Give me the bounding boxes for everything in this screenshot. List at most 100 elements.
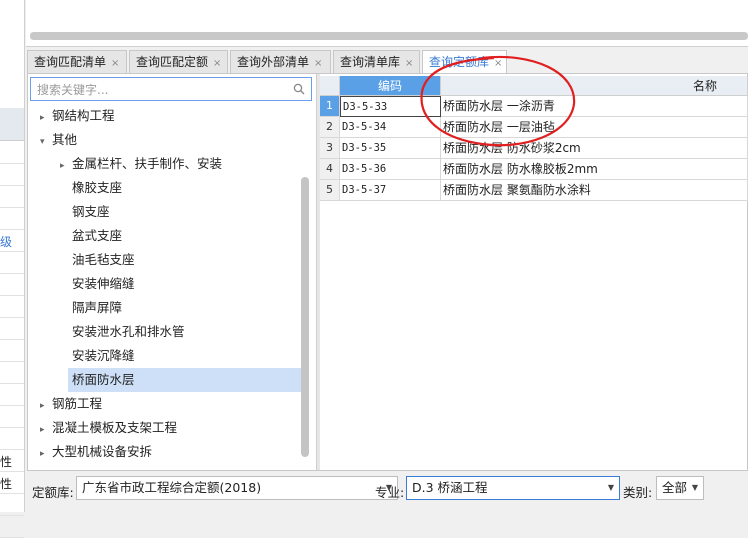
left-panel-row[interactable] bbox=[0, 405, 24, 428]
left-panel-row[interactable]: 级 bbox=[0, 229, 24, 252]
table-row[interactable]: 1 D3-5-33 桥面防水层 一涂沥青 bbox=[320, 96, 748, 117]
tree-node-label: 盆式支座 bbox=[72, 228, 123, 243]
left-panel-row[interactable] bbox=[0, 141, 24, 164]
left-panel-row[interactable]: 性 bbox=[0, 471, 24, 494]
tree-node-label: 钢筋工程 bbox=[52, 396, 103, 411]
tree-node[interactable]: 隔声屏障 bbox=[30, 296, 122, 320]
code-cell[interactable]: D3-5-34 bbox=[340, 117, 441, 138]
tree-node[interactable]: 橡胶支座 bbox=[30, 176, 122, 200]
tree-node[interactable]: 油毛毡支座 bbox=[30, 248, 135, 272]
close-icon[interactable]: × bbox=[314, 58, 322, 69]
tree-node-label: 油毛毡支座 bbox=[72, 252, 135, 267]
tree-node-label: 混凝土模板及支架工程 bbox=[52, 420, 178, 435]
left-panel-row[interactable] bbox=[0, 251, 24, 274]
tab-5[interactable]: 查询定额库 × bbox=[422, 50, 507, 75]
left-panel-row[interactable] bbox=[0, 207, 24, 230]
quota-library-select[interactable]: 广东省市政工程综合定额(2018) ▼ bbox=[76, 476, 398, 500]
tab-1[interactable]: 查询匹配清单 × bbox=[27, 50, 127, 73]
table-row[interactable]: 5 D3-5-37 桥面防水层 聚氨酯防水涂料 bbox=[320, 180, 748, 201]
tree-node[interactable]: 安装伸缩缝 bbox=[30, 272, 135, 296]
row-number: 3 bbox=[320, 138, 340, 159]
close-icon[interactable]: × bbox=[405, 58, 413, 69]
left-panel-row[interactable] bbox=[0, 515, 24, 538]
tree-node[interactable]: ▾ 其他 bbox=[30, 128, 77, 152]
major-value: D.3 桥涵工程 bbox=[412, 480, 488, 495]
category-label: 类别: bbox=[623, 485, 653, 500]
left-panel-row[interactable] bbox=[0, 185, 24, 208]
left-panel-row[interactable] bbox=[0, 339, 24, 362]
tree-node[interactable]: 盆式支座 bbox=[30, 224, 122, 248]
tree-node[interactable]: ▸ 混凝土模板及支架工程 bbox=[30, 416, 177, 440]
close-icon[interactable]: × bbox=[213, 58, 221, 69]
tree-node[interactable]: 桥面防水层 bbox=[68, 368, 302, 392]
caret-right-icon[interactable]: ▸ bbox=[40, 106, 52, 130]
search-box[interactable] bbox=[30, 77, 312, 101]
tree-node[interactable]: 钢支座 bbox=[30, 200, 110, 224]
name-cell[interactable]: 桥面防水层 一层油毡 bbox=[441, 117, 748, 138]
caret-right-icon[interactable]: ▸ bbox=[40, 394, 52, 418]
tree-node[interactable]: ▸ 金属栏杆、扶手制作、安装 bbox=[30, 152, 222, 176]
left-panel-row[interactable] bbox=[0, 163, 24, 186]
left-panel-row[interactable]: 性 bbox=[0, 449, 24, 472]
tree-node[interactable]: ▸ 大型机械设备安拆 bbox=[30, 440, 152, 464]
left-panel-cell: 性 bbox=[0, 477, 13, 491]
tab-label: 查询外部清单 bbox=[237, 55, 310, 69]
left-panel-row[interactable] bbox=[0, 383, 24, 406]
tab-label: 查询清单库 bbox=[340, 55, 401, 69]
column-header-name[interactable]: 名称 bbox=[441, 76, 748, 96]
caret-right-icon[interactable]: ▸ bbox=[60, 154, 72, 178]
tree-scrollbar-thumb[interactable] bbox=[301, 177, 309, 457]
tab-4[interactable]: 查询清单库 × bbox=[333, 50, 420, 73]
left-panel-header bbox=[0, 120, 24, 141]
tree-node[interactable]: 安装泄水孔和排水管 bbox=[30, 320, 185, 344]
close-icon[interactable]: × bbox=[111, 58, 119, 69]
caret-down-icon[interactable]: ▾ bbox=[40, 130, 52, 154]
left-panel-cell: 级 bbox=[0, 235, 13, 249]
horizontal-scrollbar-thumb[interactable] bbox=[30, 32, 748, 40]
tree-node-label: 安装沉降缝 bbox=[72, 348, 135, 363]
tree-node-label: 金属栏杆、扶手制作、安装 bbox=[72, 156, 223, 171]
tree-node[interactable]: ▸ 钢结构工程 bbox=[30, 104, 115, 128]
code-cell[interactable]: D3-5-36 bbox=[340, 159, 441, 180]
category-select[interactable]: 全部 ▼ bbox=[656, 476, 704, 500]
column-header-code[interactable]: 编码 bbox=[340, 76, 441, 96]
name-cell[interactable]: 桥面防水层 防水砂浆2cm bbox=[441, 138, 748, 159]
left-panel-row[interactable] bbox=[0, 295, 24, 318]
row-number: 1 bbox=[320, 96, 340, 117]
quota-category-tree: ▸ 钢结构工程 ▾ 其他 ▸ 金属栏杆、扶手制作、安装 橡胶支座 钢支座 盆式支座 油毛毡支座 安装… bbox=[30, 104, 304, 466]
left-panel-row[interactable] bbox=[0, 317, 24, 340]
name-cell[interactable]: 桥面防水层 一涂沥青 bbox=[441, 96, 748, 117]
tree-node[interactable]: ▸ 钢筋工程 bbox=[30, 392, 102, 416]
caret-right-icon[interactable]: ▸ bbox=[40, 418, 52, 442]
left-side-panel: 级性性 bbox=[0, 0, 25, 538]
left-panel-row[interactable] bbox=[0, 427, 24, 450]
close-icon[interactable]: × bbox=[494, 58, 502, 69]
tree-node-label: 安装泄水孔和排水管 bbox=[72, 324, 185, 339]
left-panel-row[interactable] bbox=[0, 493, 24, 516]
table-row[interactable]: 4 D3-5-36 桥面防水层 防水橡胶板2mm bbox=[320, 159, 748, 180]
name-cell[interactable]: 桥面防水层 防水橡胶板2mm bbox=[441, 159, 748, 180]
search-icon[interactable] bbox=[293, 83, 305, 95]
left-panel-row[interactable] bbox=[0, 361, 24, 384]
table-row[interactable]: 3 D3-5-35 桥面防水层 防水砂浆2cm bbox=[320, 138, 748, 159]
search-input[interactable] bbox=[35, 81, 289, 99]
tab-3[interactable]: 查询外部清单 × bbox=[230, 50, 331, 73]
table-row[interactable]: 2 D3-5-34 桥面防水层 一层油毡 bbox=[320, 117, 748, 138]
row-number: 5 bbox=[320, 180, 340, 201]
tree-node-label: 大型机械设备安拆 bbox=[52, 444, 153, 459]
caret-right-icon[interactable]: ▸ bbox=[40, 442, 52, 466]
code-cell[interactable]: D3-5-37 bbox=[340, 180, 441, 201]
left-panel-row[interactable] bbox=[0, 273, 24, 296]
major-select[interactable]: D.3 桥涵工程 ▼ bbox=[406, 476, 620, 500]
code-cell[interactable]: D3-5-35 bbox=[340, 138, 441, 159]
tab-label: 查询匹配定额 bbox=[136, 55, 209, 69]
row-number: 4 bbox=[320, 159, 340, 180]
tree-node[interactable]: 安装沉降缝 bbox=[30, 344, 135, 368]
query-tab-bar: 查询匹配清单 × 查询匹配定额 × 查询外部清单 × 查询清单库 × 查询定额库 × bbox=[27, 50, 748, 75]
code-cell[interactable]: D3-5-33 bbox=[340, 96, 441, 117]
tab-2[interactable]: 查询匹配定额 × bbox=[129, 50, 228, 73]
tree-node-label: 其他 bbox=[52, 132, 78, 147]
name-cell[interactable]: 桥面防水层 聚氨酯防水涂料 bbox=[441, 180, 748, 201]
quota-library-value: 广东省市政工程综合定额(2018) bbox=[82, 480, 262, 495]
chevron-down-icon: ▼ bbox=[607, 483, 614, 492]
